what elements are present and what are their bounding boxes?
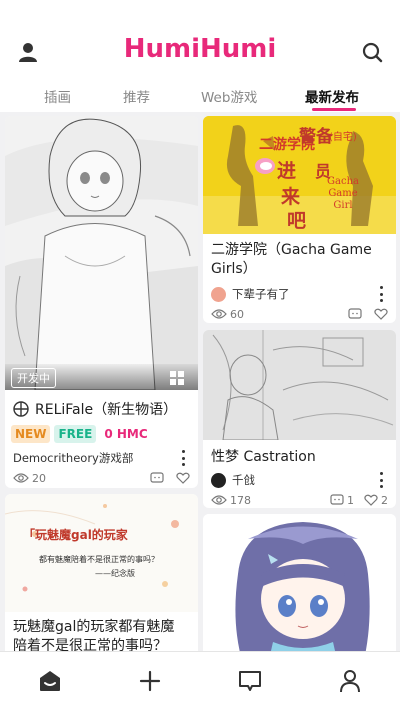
views-stat: 60 <box>211 308 244 321</box>
more-options-icon[interactable] <box>376 472 386 488</box>
card-thumbnail: 开发中 <box>5 116 198 390</box>
dev-status-label: 开发中 <box>11 368 56 388</box>
card-title: 性梦 Castration <box>211 449 316 465</box>
card-author[interactable]: 千戗 <box>211 472 255 488</box>
eye-icon <box>211 495 227 505</box>
tab-recommended[interactable]: 推荐 <box>123 86 150 106</box>
studio-logo-icon <box>13 401 29 417</box>
card-title: 玩魅魔gal的玩家都有魅魔 陪着不是很正常的事吗？ <box>13 619 175 651</box>
more-options-icon[interactable] <box>178 450 188 466</box>
comment-icon <box>150 472 164 483</box>
game-card-castration[interactable]: 性梦 Castration 千戗 178 1 2 <box>203 330 396 508</box>
tab-illustration[interactable]: 插画 <box>44 86 71 106</box>
likes-stat[interactable]: 2 <box>364 494 388 507</box>
heart-icon <box>364 494 378 506</box>
tab-latest[interactable]: 最新发布 <box>305 86 359 106</box>
windows-icon <box>170 370 184 389</box>
avatar <box>211 472 226 488</box>
badge-free: FREE <box>54 425 97 443</box>
author-name: Democritheory游戏部 <box>13 451 134 465</box>
likes-stat[interactable] <box>176 472 190 484</box>
messages-nav-icon[interactable] <box>237 668 263 694</box>
card-stats: 60 <box>211 306 388 322</box>
card-author[interactable]: 下辈子有了 <box>211 286 290 302</box>
badge-price: 0 HMC <box>104 427 148 441</box>
home-nav-icon[interactable] <box>37 668 63 694</box>
likes-stat[interactable] <box>374 308 388 320</box>
comments-stat[interactable] <box>150 472 164 484</box>
comments-stat[interactable]: 1 <box>330 494 354 507</box>
card-thumbnail: 「玩魅魔gal的玩家 都有魅魔陪着不是很正常的事吗？ ——纪念版 <box>5 494 198 612</box>
author-name: 下辈子有了 <box>232 287 290 301</box>
comment-icon <box>330 494 344 505</box>
card-title: RELiFale（新生物语） <box>35 402 178 418</box>
card-stats: 178 1 2 <box>211 492 388 508</box>
eye-icon <box>13 473 29 483</box>
bottom-navigation <box>0 651 400 711</box>
heart-icon <box>374 308 388 320</box>
app-logo: HumiHumi <box>123 34 277 64</box>
card-author[interactable]: Democritheory游戏部 <box>13 450 133 466</box>
game-card-succubus-gal[interactable]: 「玩魅魔gal的玩家 都有魅魔陪着不是很正常的事吗？ ——纪念版 玩魅魔gal的… <box>5 494 198 651</box>
views-stat: 20 <box>13 472 46 485</box>
heart-icon <box>176 472 190 484</box>
views-stat: 178 <box>211 494 251 507</box>
comment-icon <box>348 308 362 319</box>
avatar <box>211 286 226 302</box>
card-title-row: RELiFale（新生物语） <box>13 399 177 419</box>
badge-row: NEW FREE 0 HMC <box>11 425 156 443</box>
profile-nav-icon[interactable] <box>337 668 363 694</box>
card-thumbnail <box>203 514 396 651</box>
game-card-relifale[interactable]: 开发中 RELiFale（新生物语） NEW FREE 0 HMC Democr… <box>5 116 198 488</box>
eye-icon <box>211 309 227 319</box>
category-tabs: 插画 推荐 Web游戏 最新发布 <box>0 82 400 112</box>
game-card-anime-girl[interactable] <box>203 514 396 651</box>
card-title: 二游学院（Gacha Game Girls） <box>211 242 372 277</box>
tab-web-games[interactable]: Web游戏 <box>201 86 257 106</box>
more-options-icon[interactable] <box>376 286 386 302</box>
card-thumbnail <box>203 330 396 440</box>
active-tab-indicator <box>312 108 356 111</box>
search-icon[interactable] <box>358 38 386 66</box>
card-thumbnail: 二游学院 (自宅) 警备 进 员 来 吧 Gacha Game Girl <box>203 116 396 234</box>
top-bar: HumiHumi 插画 推荐 Web游戏 最新发布 <box>0 0 400 112</box>
game-card-gacha-girls[interactable]: 二游学院 (自宅) 警备 进 员 来 吧 Gacha Game Girl 二游学… <box>203 116 396 323</box>
badge-new: NEW <box>11 425 51 443</box>
comments-stat[interactable] <box>348 308 362 320</box>
feed[interactable]: 开发中 RELiFale（新生物语） NEW FREE 0 HMC Democr… <box>0 112 400 651</box>
card-stats: 20 <box>13 470 190 486</box>
author-name: 千戗 <box>232 473 255 487</box>
create-nav-icon[interactable] <box>137 668 163 694</box>
